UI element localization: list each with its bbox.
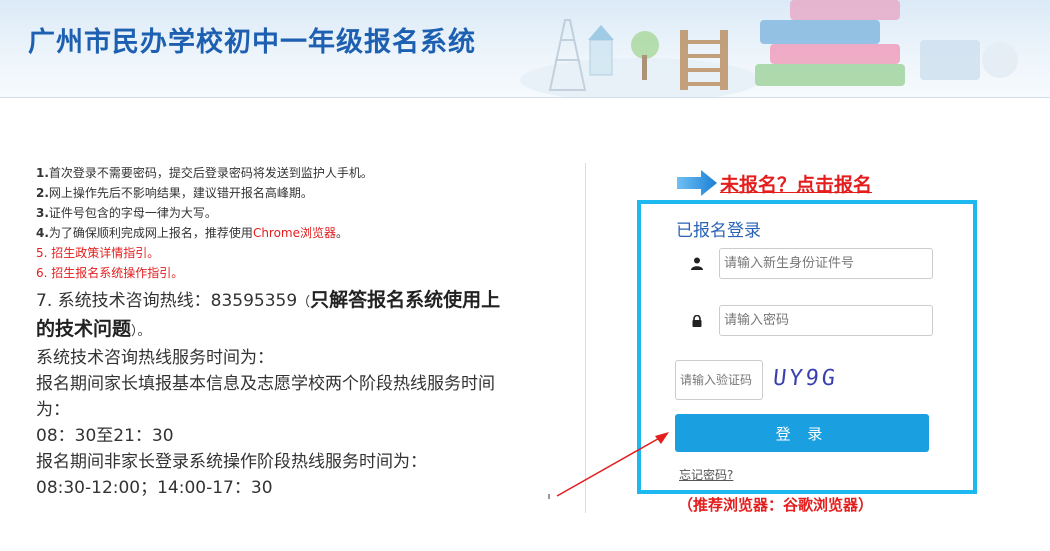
notice-item-3: 3.证件号包含的字母一律为大写。 [36,203,506,223]
user-icon [675,248,719,279]
notice-text-end: 。 [336,226,349,240]
hotline-line: 7. 系统技术咨询热线：83595359（只解答报名系统使用上的技术问题）。 [36,287,506,345]
notice-text: 为了确保顺利完成网上报名，推荐使用 [48,226,253,240]
captcha-input[interactable] [675,360,763,400]
policy-guide-link[interactable]: 5. 招生政策详情指引。 [36,243,506,263]
forgot-password-link[interactable]: 忘记密码? [679,466,733,483]
period1-time: 08：30至21：30 [36,426,174,446]
notice-number: 1. [36,166,49,180]
lock-icon [675,305,719,336]
system-guide-link[interactable]: 6. 招生报名系统操作指引。 [36,263,506,283]
password-row [675,305,933,336]
password-input[interactable] [719,305,933,336]
notice-text: 网上操作先后不影响结果，建议错开报名高峰期。 [48,186,313,200]
red-pointer-arrow-icon [548,432,669,499]
login-button[interactable]: 登 录 [675,414,929,452]
notice-item-4: 4.为了确保顺利完成网上报名，推荐使用Chrome浏览器。 [36,223,506,243]
header-banner: 广州市民办学校初中一年级报名系统 [0,0,1050,98]
banner-illustration [520,0,1018,97]
recommended-browser-tip: （推荐浏览器：谷歌浏览器） [678,496,874,514]
login-title: 已报名登录 [676,221,761,241]
notice-item-2: 2.网上操作先后不影响结果，建议错开报名高峰期。 [36,183,506,203]
hotline-number: 7. 系统技术咨询热线：83595359 [36,291,298,311]
register-link[interactable]: 未报名？点击报名 [720,170,872,197]
notice-text: 证件号包含的字母一律为大写。 [48,206,217,220]
captcha-image[interactable]: UY9G [772,366,840,391]
id-number-row [675,248,933,279]
notice-number: 2. [36,186,49,200]
service-time-title: 系统技术咨询热线服务时间为： [36,348,274,368]
page-title: 广州市民办学校初中一年级报名系统 [28,27,476,58]
hotline-paren-open: （ [297,295,311,310]
blue-arrow-icon [677,170,717,196]
hotline-paren-close: ）。 [131,324,151,339]
chrome-browser-highlight: Chrome浏览器 [252,226,337,240]
id-number-input[interactable] [719,248,933,279]
period2-title: 报名期间非家长登录系统操作阶段热线服务时间为： [36,452,427,472]
notice-number: 4. [36,226,49,240]
notice-text: 首次登录不需要密码，提交后登录密码将发送到监护人手机。 [48,166,373,180]
notice-panel: 1.首次登录不需要密码，提交后登录密码将发送到监护人手机。 2.网上操作先后不影… [36,163,506,501]
hotline-info: 7. 系统技术咨询热线：83595359（只解答报名系统使用上的技术问题）。 系… [36,287,506,501]
notice-item-1: 1.首次登录不需要密码，提交后登录密码将发送到监护人手机。 [36,163,506,183]
period1-title: 报名期间家长填报基本信息及志愿学校两个阶段热线服务时间为： [36,374,495,420]
login-panel: 已报名登录 UY9G 登 录 忘记密码? [637,200,977,494]
period2-time: 08:30-12:00；14:00-17：30 [36,478,273,498]
notice-number: 3. [36,206,49,220]
